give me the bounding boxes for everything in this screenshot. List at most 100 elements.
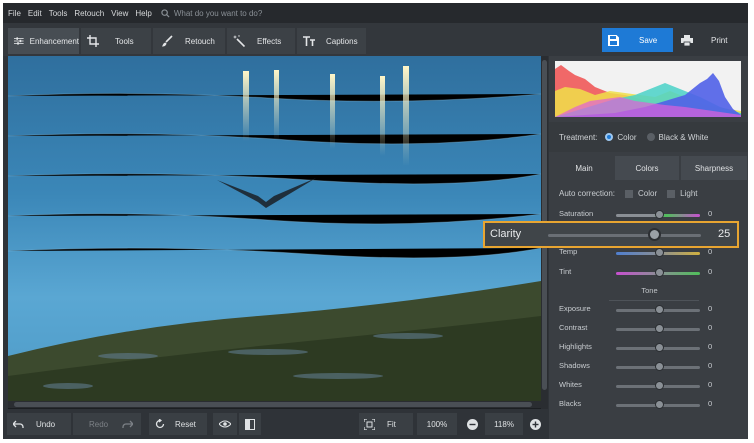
shadows-label: Shadows [559, 361, 590, 370]
tab-main[interactable]: Main [555, 156, 613, 180]
tab-sharpness[interactable]: Sharpness [681, 156, 747, 180]
tab-tools-label: Tools [115, 36, 134, 46]
zoom-100-button[interactable]: 100% [417, 413, 457, 435]
treatment-color-label[interactable]: Color [617, 133, 636, 142]
clarity-knob[interactable] [648, 228, 661, 241]
contrast-slider-row: Contrast 0 [559, 323, 744, 335]
saturation-slider-row: Saturation 0 [559, 209, 744, 221]
auto-light-label[interactable]: Light [680, 189, 697, 198]
tab-retouch[interactable]: Retouch [153, 28, 225, 54]
auto-color-checkbox[interactable] [625, 189, 634, 198]
treatment-label: Treatment: [559, 132, 598, 142]
zoom-level-display[interactable]: 118% [485, 413, 523, 435]
save-button[interactable]: Save [602, 28, 673, 52]
zoom-in-button[interactable] [525, 413, 545, 435]
menu-tools[interactable]: Tools [49, 9, 68, 18]
floppy-disk-icon [608, 34, 619, 46]
print-button[interactable]: Print [675, 28, 745, 52]
contrast-knob[interactable] [655, 324, 664, 333]
whites-knob[interactable] [655, 381, 664, 390]
auto-correction-row: Auto correction: Color Light [559, 189, 698, 198]
photo-image [8, 56, 541, 401]
redo-label: Redo [89, 419, 109, 429]
highlights-label: Highlights [559, 342, 592, 351]
sliders-icon [14, 37, 24, 45]
histogram [555, 61, 741, 117]
tone-label: Tone [641, 286, 658, 295]
bottom-bar: Undo Redo Reset Fit 100% 118% [3, 409, 548, 439]
horizontal-scroll-thumb[interactable] [14, 402, 532, 407]
treatment-bw-radio[interactable] [646, 133, 655, 141]
auto-light-checkbox[interactable] [667, 189, 676, 198]
undo-button[interactable]: Undo [7, 413, 71, 435]
clarity-label: Clarity [490, 228, 522, 240]
saturation-value: 0 [708, 209, 713, 218]
exposure-knob[interactable] [655, 305, 664, 314]
treatment-bw-label[interactable]: Black & White [659, 133, 709, 142]
fit-label: Fit [387, 419, 396, 429]
horizontal-scrollbar[interactable] [8, 401, 541, 408]
tab-effects-label: Effects [257, 36, 282, 46]
highlights-slider-row: Highlights 0 [559, 342, 744, 354]
blacks-slider-row: Blacks 0 [559, 399, 744, 411]
app-window: File Edit Tools Retouch View Help What d… [3, 3, 748, 439]
saturation-knob[interactable] [655, 210, 664, 219]
shadows-knob[interactable] [655, 362, 664, 371]
search-icon [161, 8, 170, 18]
shadows-value: 0 [708, 361, 713, 370]
clarity-track[interactable] [548, 234, 701, 237]
search-box[interactable]: What do you want to do? [161, 8, 263, 18]
tint-knob[interactable] [655, 268, 664, 277]
zoom-out-button[interactable] [461, 413, 483, 435]
whites-value: 0 [708, 380, 713, 389]
tab-main-label: Main [575, 163, 593, 173]
compare-icon [245, 418, 255, 430]
temp-knob[interactable] [655, 248, 664, 257]
treatment-color-radio[interactable] [605, 133, 614, 141]
whites-label: Whites [559, 380, 582, 389]
eye-icon [219, 420, 231, 428]
tab-colors[interactable]: Colors [615, 156, 679, 180]
tab-captions[interactable]: Captions [297, 28, 366, 54]
menu-view[interactable]: View [111, 9, 128, 18]
compare-button[interactable] [239, 413, 261, 435]
menu-file[interactable]: File [8, 9, 21, 18]
tab-enhancement[interactable]: Enhancement [8, 28, 79, 54]
auto-color-label[interactable]: Color [638, 189, 657, 198]
search-placeholder: What do you want to do? [173, 8, 263, 18]
redo-button[interactable]: Redo [73, 413, 141, 435]
menu-bar: File Edit Tools Retouch View Help What d… [3, 3, 748, 23]
auto-correction-label: Auto correction: [559, 189, 616, 198]
clarity-value: 25 [718, 228, 731, 240]
blacks-value: 0 [708, 399, 713, 408]
blacks-knob[interactable] [655, 400, 664, 409]
tab-captions-label: Captions [326, 36, 358, 46]
reset-button[interactable]: Reset [149, 413, 207, 435]
tint-label: Tint [559, 267, 572, 276]
exposure-value: 0 [708, 304, 713, 313]
saturation-label: Saturation [559, 209, 594, 218]
tab-enhancement-label: Enhancement [29, 36, 79, 46]
magic-wand-icon [233, 35, 245, 47]
tab-tools[interactable]: Tools [81, 28, 151, 54]
menu-retouch[interactable]: Retouch [74, 9, 104, 18]
menu-help[interactable]: Help [135, 9, 151, 18]
tab-retouch-label: Retouch [185, 36, 215, 46]
whites-slider-row: Whites 0 [559, 380, 744, 392]
contrast-label: Contrast [559, 323, 588, 332]
shadows-slider-row: Shadows 0 [559, 361, 744, 373]
brush-icon [162, 35, 173, 47]
fit-button[interactable]: Fit [359, 413, 413, 435]
highlights-knob[interactable] [655, 343, 664, 352]
tone-divider [609, 300, 699, 301]
menu-edit[interactable]: Edit [28, 9, 42, 18]
undo-label: Undo [36, 419, 56, 429]
tab-sharpness-label: Sharpness [694, 163, 734, 173]
reset-label: Reset [175, 419, 196, 429]
zoom-in-icon [529, 418, 541, 430]
preview-toggle-button[interactable] [213, 413, 237, 435]
tab-effects[interactable]: Effects [227, 28, 295, 54]
photo-canvas[interactable] [8, 56, 541, 409]
fit-icon [364, 418, 375, 430]
temp-slider-row: Temp 0 [559, 247, 744, 259]
